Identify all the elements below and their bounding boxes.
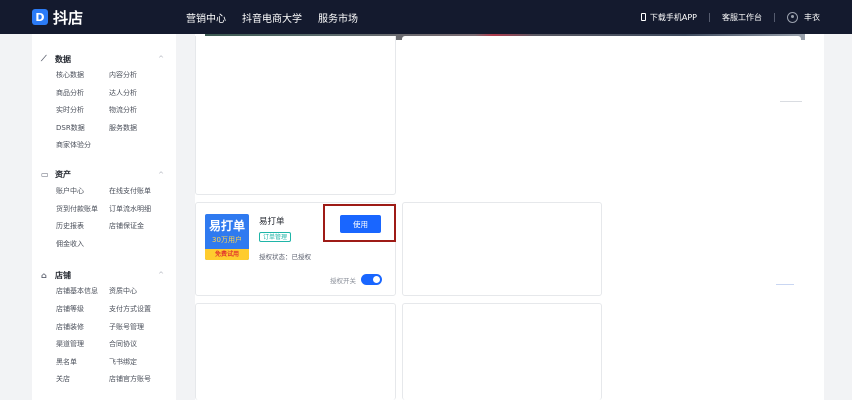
sidebar-item[interactable]: 店铺等级 <box>56 301 109 319</box>
download-app-link[interactable]: 下载手机APP <box>640 12 697 23</box>
sidebar-group-data[interactable]: ⟋ 数据 ^ <box>32 51 176 67</box>
top-nav: 营销中心 抖音电商大学 服务市场 <box>186 10 374 25</box>
sidebar-item[interactable]: 货到付款账单 <box>56 201 109 219</box>
sidebar-item[interactable]: 店铺保证金 <box>109 218 169 236</box>
sidebar: ⟋ 数据 ^ 核心数据 内容分析 商品分析 达人分析 实时分析 物流分析 DSR… <box>32 34 176 400</box>
service-card-placeholder <box>608 202 802 296</box>
switch-label: 授权开关 <box>330 277 356 285</box>
sidebar-items-assets: 账户中心 在线支付账单 货到付款账单 订单流水明细 历史报表 店铺保证金 佣金收… <box>32 183 176 253</box>
sidebar-item[interactable]: 支付方式设置 <box>109 301 169 319</box>
sidebar-item[interactable]: 子账号管理 <box>109 319 169 337</box>
sidebar-item[interactable]: 核心数据 <box>56 67 109 85</box>
sidebar-item[interactable]: 历史报表 <box>56 218 109 236</box>
yidadan-logo: 易打单 30万用户 免费试用 <box>205 214 249 260</box>
divider <box>774 12 775 22</box>
service-card-placeholder <box>195 36 396 195</box>
sidebar-item[interactable]: 佣金收入 <box>56 236 109 254</box>
nav-service-market[interactable]: 服务市场 <box>318 10 358 25</box>
divider <box>780 101 802 102</box>
chevron-up-icon: ^ <box>158 55 164 63</box>
brand-name: 抖店 <box>53 8 84 27</box>
logo-title: 易打单 <box>208 219 245 233</box>
download-app-label: 下载手机APP <box>649 12 697 22</box>
use-button[interactable]: 使用 <box>340 215 381 233</box>
nav-ecommerce-university[interactable]: 抖音电商大学 <box>242 10 302 25</box>
sidebar-group-title: 数据 <box>55 54 71 64</box>
sidebar-items-store: 店铺基本信息 资质中心 店铺等级 支付方式设置 店铺装修 子账号管理 渠道管理 … <box>32 283 176 389</box>
sidebar-group-title: 店铺 <box>55 270 71 280</box>
top-right-actions: 下载手机APP 客服工作台 丰衣 <box>640 11 820 23</box>
service-card-placeholder <box>402 202 602 296</box>
phone-icon <box>640 13 646 21</box>
service-card-placeholder <box>608 303 802 400</box>
service-card-placeholder <box>195 303 396 400</box>
app-name: 易打单 <box>259 217 285 227</box>
service-card-placeholder <box>402 303 602 400</box>
store-icon: ⌂ <box>41 270 47 280</box>
brand-logo[interactable]: D 抖店 <box>32 7 172 28</box>
sidebar-item[interactable]: 店铺官方账号 <box>109 371 169 389</box>
divider <box>776 284 794 285</box>
sidebar-item[interactable]: DSR数据 <box>56 120 109 138</box>
sidebar-item[interactable]: 飞书绑定 <box>109 354 169 372</box>
sidebar-item[interactable]: 实时分析 <box>56 102 109 120</box>
sidebar-item[interactable]: 服务数据 <box>109 120 169 138</box>
avatar-icon <box>787 11 798 23</box>
user-name: 丰衣 <box>804 12 820 22</box>
auth-status: 授权状态：已授权 <box>259 253 311 261</box>
category-tag: 订单管理 <box>259 232 292 242</box>
sidebar-item[interactable]: 店铺装修 <box>56 319 109 337</box>
sidebar-item[interactable]: 渠道管理 <box>56 336 109 354</box>
highlight-box: 使用 <box>323 204 396 242</box>
sidebar-item[interactable]: 内容分析 <box>109 67 169 85</box>
sidebar-item[interactable]: 账户中心 <box>56 183 109 201</box>
sidebar-item[interactable]: 订单流水明细 <box>109 201 169 219</box>
doudian-logo-icon: D <box>32 9 48 25</box>
logo-badge: 免费试用 <box>205 249 249 260</box>
chevron-up-icon: ^ <box>158 271 164 280</box>
sidebar-item[interactable]: 关店 <box>56 371 109 389</box>
user-menu[interactable]: 丰衣 <box>787 11 820 23</box>
sidebar-items-data: 核心数据 内容分析 商品分析 达人分析 实时分析 物流分析 DSR数据 服务数据… <box>32 67 176 155</box>
service-card-placeholder <box>402 36 801 195</box>
auth-toggle[interactable] <box>361 274 382 285</box>
sidebar-group-title: 资产 <box>55 170 71 180</box>
service-card-yidadan[interactable]: 易打单 30万用户 免费试用 易打单 订单管理 授权状态：已授权 使用 授权开关 <box>195 202 396 296</box>
sidebar-item[interactable]: 黑名单 <box>56 354 109 372</box>
top-navbar: D 抖店 营销中心 抖音电商大学 服务市场 下载手机APP 客服工作台 丰衣 <box>0 0 852 34</box>
sidebar-item[interactable]: 商家体验分 <box>56 137 109 155</box>
sidebar-item[interactable]: 在线支付账单 <box>109 183 169 201</box>
wallet-icon: ▭ <box>41 170 49 180</box>
sidebar-item[interactable]: 商品分析 <box>56 85 109 103</box>
sidebar-item[interactable]: 物流分析 <box>109 102 169 120</box>
sidebar-group-store[interactable]: ⌂ 店铺 ^ <box>32 267 176 283</box>
sidebar-item[interactable]: 合同协议 <box>109 336 169 354</box>
divider <box>709 12 710 22</box>
sidebar-group-assets[interactable]: ▭ 资产 ^ <box>32 167 176 183</box>
workbench-link[interactable]: 客服工作台 <box>722 12 762 23</box>
sidebar-item[interactable]: 资质中心 <box>109 283 169 301</box>
sidebar-item[interactable]: 达人分析 <box>109 85 169 103</box>
nav-marketing-center[interactable]: 营销中心 <box>186 10 226 25</box>
chevron-up-icon: ^ <box>158 170 164 179</box>
sidebar-item[interactable]: 店铺基本信息 <box>56 283 109 301</box>
logo-subtitle: 30万用户 <box>212 236 242 244</box>
chart-icon: ⟋ <box>41 54 47 63</box>
